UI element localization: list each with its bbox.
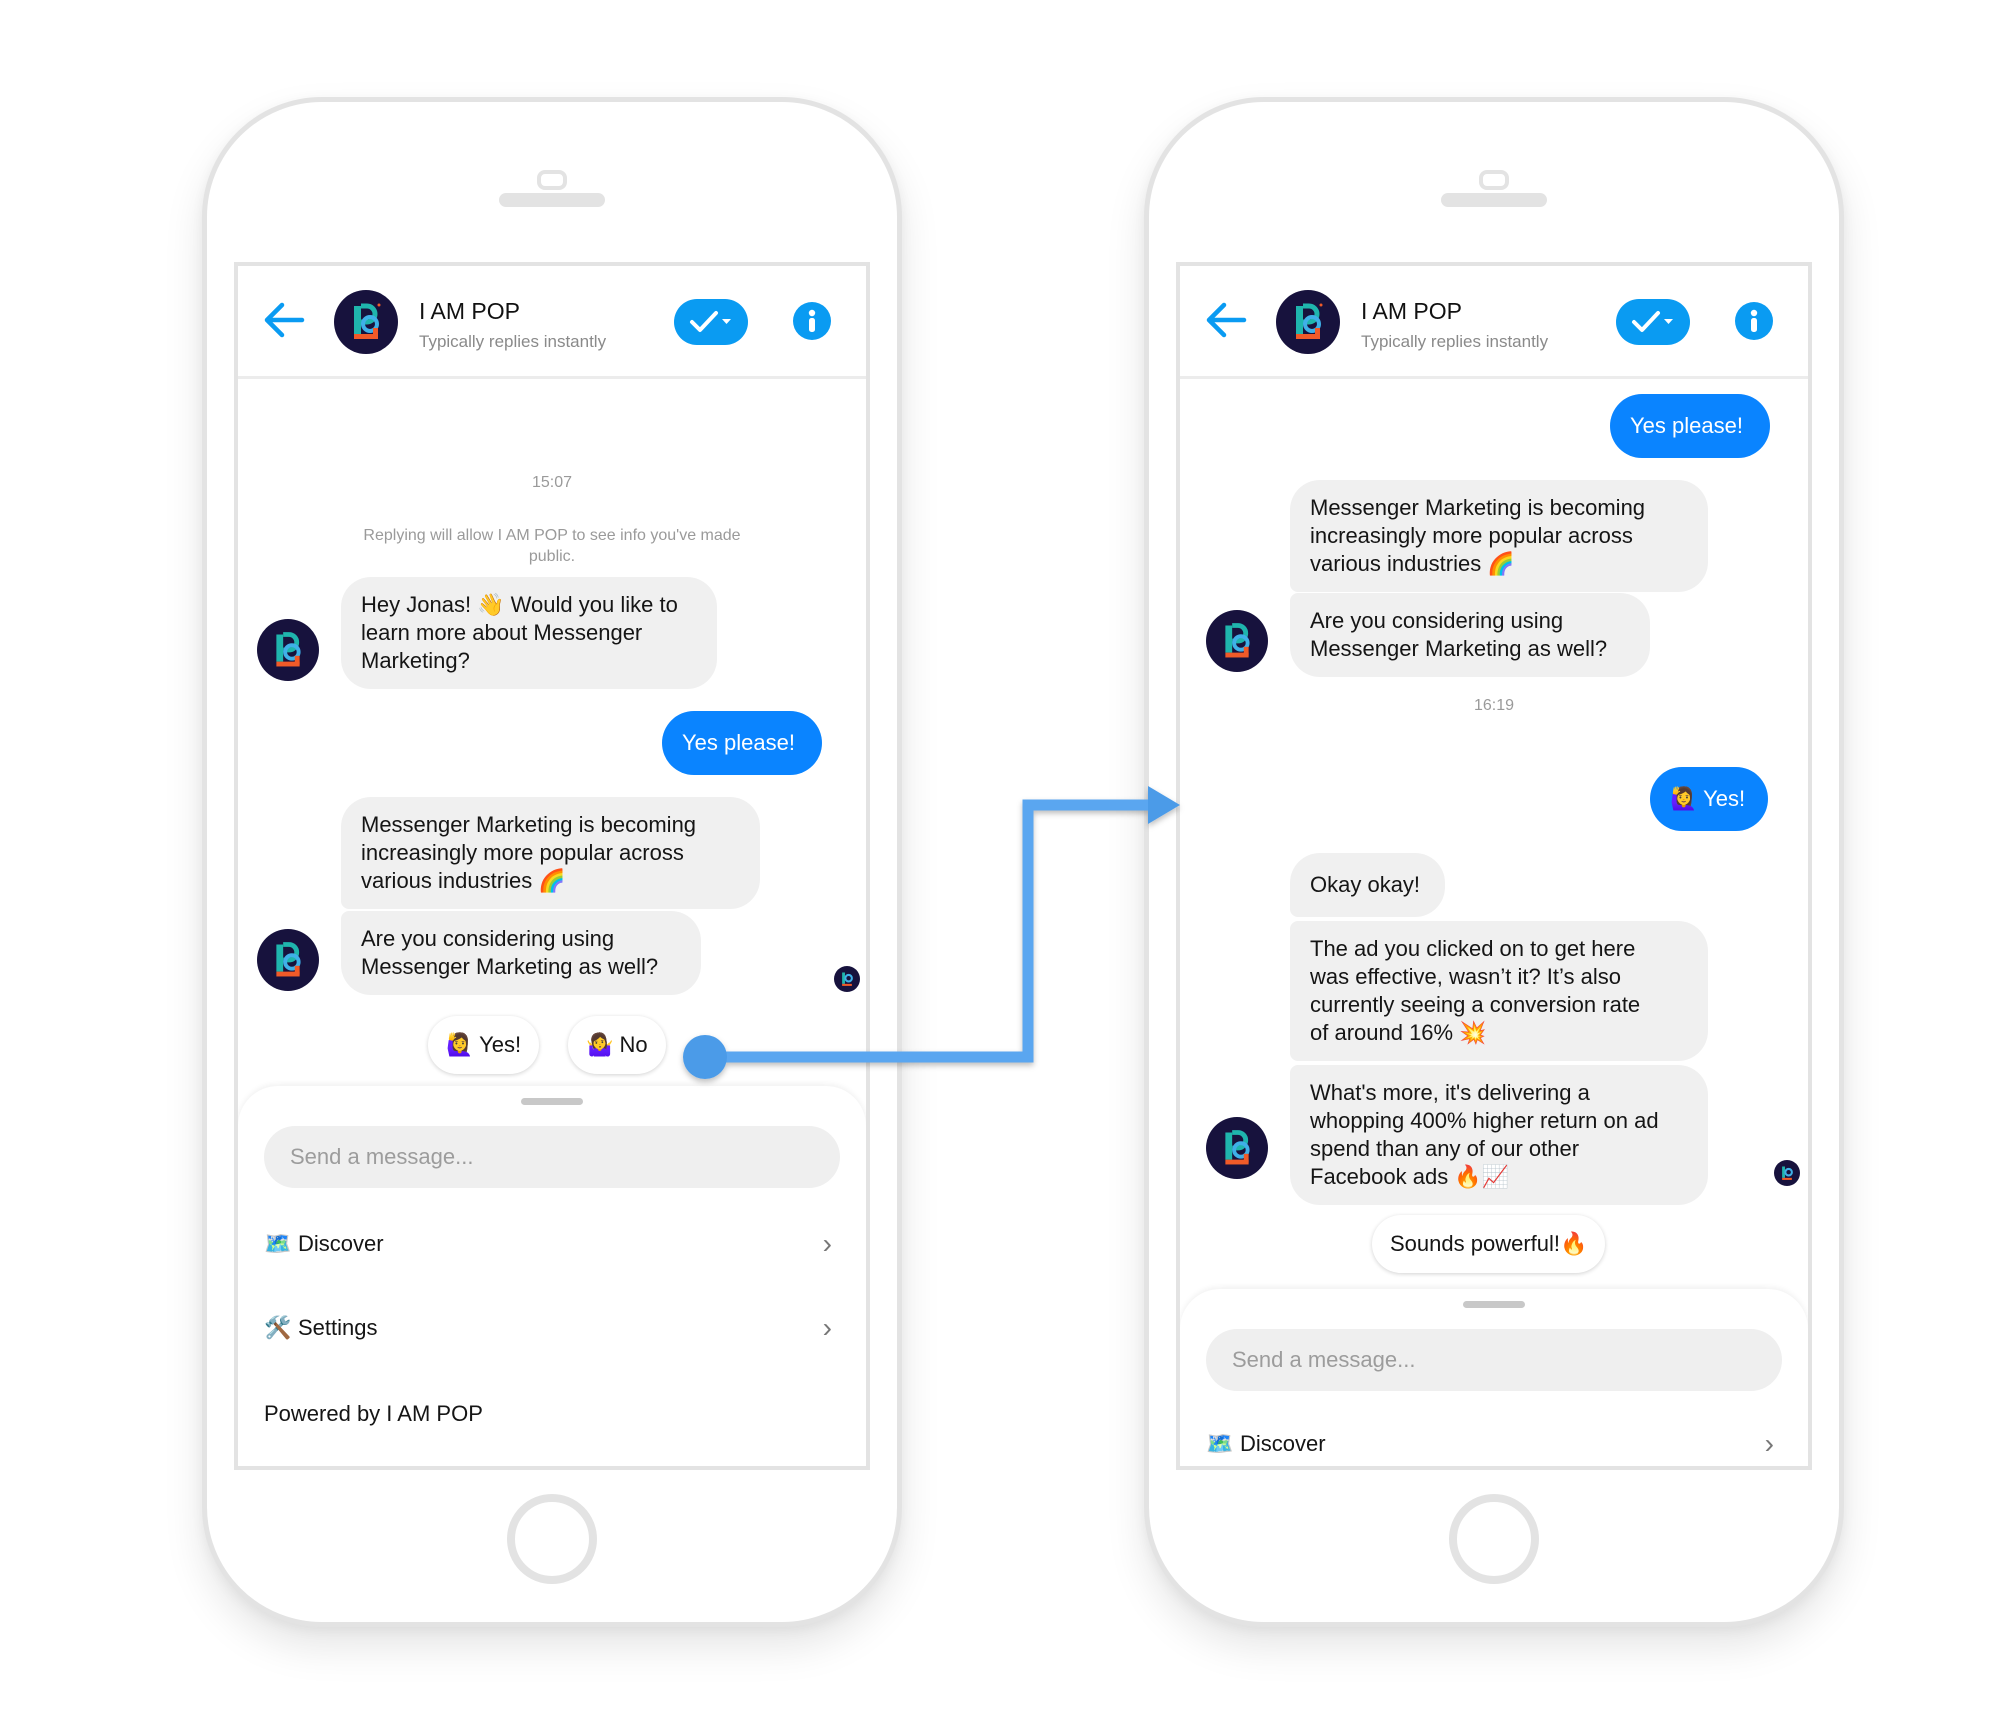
iampop-logo-icon (354, 303, 381, 339)
composer-sheet: Send a message... 🗺️ Discover › 🛠️ Setting… (238, 1086, 866, 1466)
chevron-right-icon: › (822, 1228, 832, 1259)
chat-header: I AM POP Typically replies instantly (238, 266, 866, 379)
bot-message: Messenger Marketing is becoming increasi… (341, 797, 760, 909)
info-button[interactable] (1735, 302, 1773, 340)
bot-avatar (1206, 1117, 1268, 1179)
user-message: 🙋‍♀️ Yes! (1650, 767, 1768, 831)
bot-message: Are you considering using Messenger Mark… (341, 911, 701, 995)
earpiece-speaker (1441, 193, 1547, 207)
iampop-logo-icon (1782, 1166, 1793, 1180)
user-message: Yes please! (1610, 394, 1770, 458)
phone-mockup-right: I AM POP Typically replies instantly Yes… (1144, 97, 1844, 1627)
timestamp: 16:19 (1473, 697, 1515, 714)
iampop-logo-icon (1225, 623, 1250, 658)
world-map-icon: 🗺️ (1206, 1431, 1234, 1456)
check-icon (1632, 311, 1673, 332)
iampop-logo-icon (1296, 303, 1323, 339)
arrow-left-icon[interactable] (262, 302, 306, 338)
page-title: I AM POP (419, 298, 520, 324)
quick-reply-no[interactable]: 🤷‍♀️ No (568, 1016, 666, 1074)
bot-message: What's more, it's delivering a whopping … (1290, 1065, 1708, 1205)
menu-item-discover[interactable]: 🗺️ Discover › (1206, 1424, 1782, 1464)
bot-message: Okay okay! (1290, 853, 1445, 917)
bot-message: Are you considering using Messenger Mark… (1290, 593, 1650, 677)
bot-avatar (1206, 610, 1268, 672)
quick-reply-yes[interactable]: 🙋‍♀️ Yes! (428, 1016, 540, 1074)
message-thread: 15:07 Replying will allow I AM POP to se… (238, 379, 866, 1466)
bot-avatar (257, 929, 319, 991)
tools-icon: 🛠️ (264, 1315, 292, 1340)
world-map-icon: 🗺️ (264, 1231, 292, 1256)
menu-item-label: Discover (1240, 1431, 1326, 1456)
info-icon (1750, 309, 1758, 332)
home-button (507, 1494, 597, 1584)
iampop-logo-icon (1225, 1130, 1250, 1165)
page-title: I AM POP (1361, 298, 1462, 324)
iampop-logo-icon (842, 972, 853, 986)
composer-sheet: Send a message... 🗺️ Discover › (1180, 1289, 1808, 1466)
bot-message: Messenger Marketing is becoming increasi… (1290, 480, 1708, 592)
seen-indicator-avatar (834, 966, 860, 992)
check-dropdown-button[interactable] (1616, 299, 1690, 345)
user-message: Yes please! (662, 711, 822, 775)
menu-item-discover[interactable]: 🗺️ Discover › (264, 1224, 840, 1264)
privacy-notice: Replying will allow I AM POP to see info… (363, 527, 741, 565)
info-button[interactable] (793, 302, 831, 340)
sheet-handle[interactable] (1463, 1301, 1525, 1308)
earpiece-speaker (499, 193, 605, 207)
chevron-right-icon: › (822, 1312, 832, 1343)
check-dropdown-button[interactable] (674, 299, 748, 345)
arrow-left-icon[interactable] (1204, 302, 1248, 338)
quick-reply-sounds-powerful[interactable]: Sounds powerful!🔥 (1372, 1215, 1606, 1273)
bot-avatar (257, 619, 319, 681)
check-icon (690, 311, 731, 332)
home-button (1449, 1494, 1539, 1584)
front-camera (1479, 170, 1509, 190)
response-time: Typically replies instantly (419, 332, 607, 351)
powered-by-link[interactable]: Powered by I AM POP (264, 1401, 483, 1427)
message-thread: Yes please! Messenger Marketing is becom… (1180, 379, 1808, 1466)
chevron-right-icon: › (1764, 1428, 1774, 1459)
messenger-screen: I AM POP Typically replies instantly Yes… (1176, 262, 1812, 1470)
iampop-logo-icon (276, 942, 301, 977)
page-avatar[interactable] (334, 290, 398, 354)
message-input[interactable]: Send a message... (1206, 1329, 1782, 1391)
bot-message: The ad you clicked on to get here was ef… (1290, 921, 1708, 1061)
page-avatar[interactable] (1276, 290, 1340, 354)
iampop-logo-icon (276, 632, 301, 667)
phone-mockup-left: I AM POP Typically replies instantly 15:… (202, 97, 902, 1627)
messenger-screen: I AM POP Typically replies instantly 15:… (234, 262, 870, 1470)
timestamp: 15:07 (531, 474, 573, 491)
chat-header: I AM POP Typically replies instantly (1180, 266, 1808, 379)
sheet-handle[interactable] (521, 1098, 583, 1105)
front-camera (537, 170, 567, 190)
info-icon (808, 309, 816, 332)
response-time: Typically replies instantly (1361, 332, 1549, 351)
bot-message: Hey Jonas! 👋 Would you like to learn mor… (341, 577, 717, 689)
menu-item-label: Discover (298, 1231, 384, 1256)
menu-item-settings[interactable]: 🛠️ Settings › (264, 1308, 840, 1348)
message-input[interactable]: Send a message... (264, 1126, 840, 1188)
menu-item-label: Settings (298, 1315, 378, 1340)
seen-indicator-avatar (1774, 1160, 1800, 1186)
